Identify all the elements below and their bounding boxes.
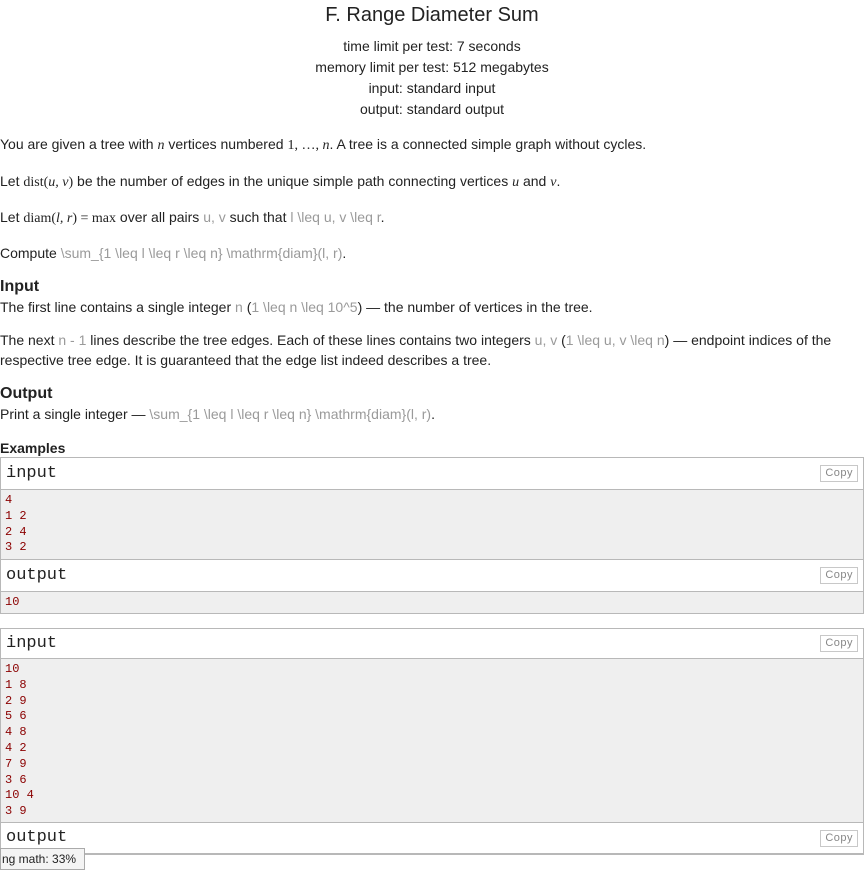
input-file: input: standard input	[368, 80, 496, 96]
input-specification: Input The first line contains a single i…	[0, 277, 864, 370]
sample-input-header: input Copy	[1, 629, 863, 659]
sample-output-text[interactable]: 10	[1, 592, 863, 613]
problem-title: F. Range Diameter Sum	[325, 4, 539, 26]
input-section-title: Input	[0, 278, 40, 295]
output-paragraph-1: Print a single integer — \sum_{1 \leq l …	[0, 406, 435, 422]
sample-input-label: input	[6, 634, 58, 653]
input-paragraph-1: The first line contains a single integer…	[0, 299, 593, 315]
sample-output-label: output	[6, 828, 68, 847]
examples-section: Examples input Copy 4 1 2 2 4 3 2 output…	[0, 439, 864, 855]
sample-input-header: input Copy	[1, 458, 863, 490]
sample-input-label: input	[6, 464, 58, 483]
copy-output-button[interactable]: Copy	[820, 567, 858, 584]
time-limit: time limit per test: 7 seconds	[343, 38, 521, 54]
sample-test-2: input Copy 10 1 8 2 9 5 6 4 8 4 2 7 9 3 …	[0, 628, 864, 855]
examples-title: Examples	[0, 440, 66, 456]
legend-paragraph-4: Compute \sum_{1 \leq l \leq r \leq n} \m…	[0, 245, 347, 261]
legend-paragraph-3: Let diam(l, r) = max over all pairs u, v…	[0, 209, 385, 226]
sample-output-label: output	[6, 566, 68, 585]
sample-input-text[interactable]: 10 1 8 2 9 5 6 4 8 4 2 7 9 3 6 10 4 3 9	[1, 659, 863, 822]
copy-input-button[interactable]: Copy	[820, 635, 858, 652]
output-file: output: standard output	[360, 101, 504, 117]
sample-output-header: output Copy	[1, 822, 863, 854]
legend-paragraph-1: You are given a tree with n vertices num…	[0, 136, 647, 153]
sample-input-text[interactable]: 4 1 2 2 4 3 2	[1, 490, 863, 559]
output-section-title: Output	[0, 385, 53, 402]
sample-output-header: output Copy	[1, 559, 863, 592]
problem-header: F. Range Diameter Sum time limit per tes…	[0, 3, 864, 120]
input-paragraph-2: The next n - 1 lines describe the tree e…	[0, 332, 832, 368]
copy-input-button[interactable]: Copy	[820, 465, 858, 482]
problem-statement: You are given a tree with n vertices num…	[0, 134, 864, 263]
sample-test-1: input Copy 4 1 2 2 4 3 2 output Copy 10	[0, 457, 864, 614]
legend-paragraph-2: Let dist(u, v) be the number of edges in…	[0, 173, 561, 190]
output-specification: Output Print a single integer — \sum_{1 …	[0, 384, 864, 424]
copy-output-button[interactable]: Copy	[820, 830, 858, 847]
memory-limit: memory limit per test: 512 megabytes	[315, 59, 549, 75]
